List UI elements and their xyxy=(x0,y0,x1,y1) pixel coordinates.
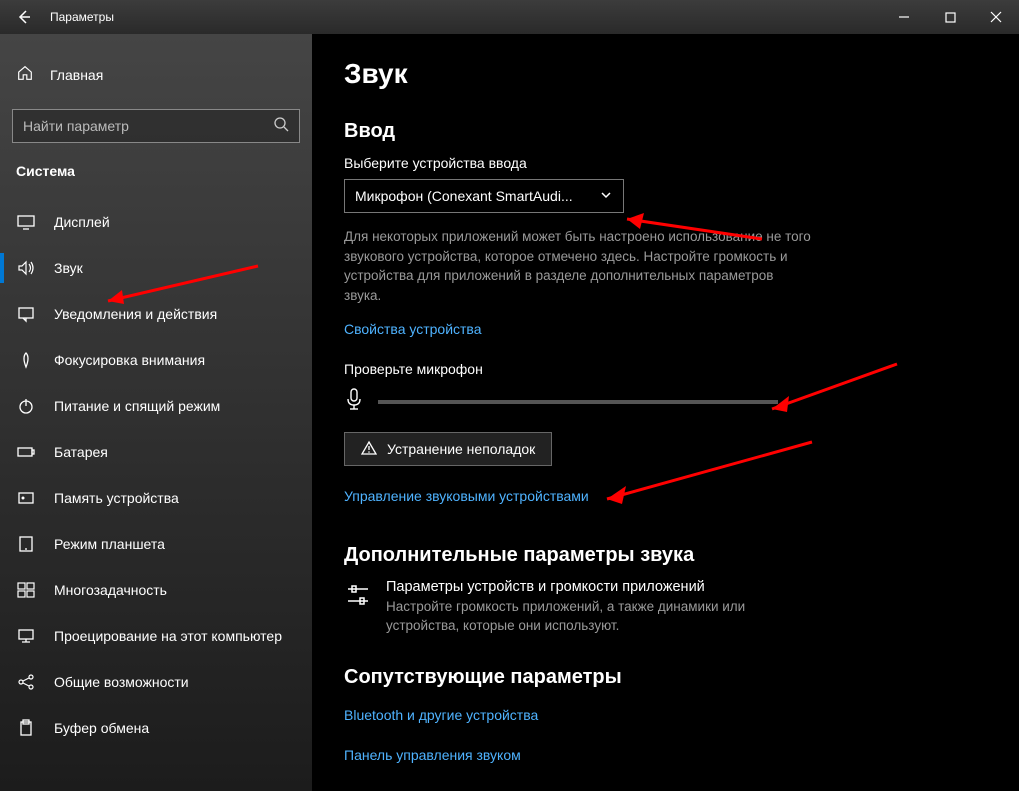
input-device-value: Микрофон (Conexant SmartAudi... xyxy=(355,188,573,204)
chevron-down-icon xyxy=(599,188,613,205)
input-heading: Ввод xyxy=(344,120,987,143)
sidebar-item-label: Общие возможности xyxy=(54,674,189,690)
sidebar-nav: Дисплей Звук Уведомления и действия Фоку… xyxy=(0,199,312,751)
titlebar: Параметры xyxy=(0,0,1019,34)
project-icon xyxy=(16,626,36,646)
focus-icon xyxy=(16,350,36,370)
maximize-button[interactable] xyxy=(927,0,973,34)
sidebar-item-focus[interactable]: Фокусировка внимания xyxy=(0,337,312,383)
sidebar-item-label: Звук xyxy=(54,260,83,276)
warning-icon xyxy=(361,440,377,459)
device-properties-link[interactable]: Свойства устройства xyxy=(344,321,482,337)
sidebar-item-project[interactable]: Проецирование на этот компьютер xyxy=(0,613,312,659)
sidebar-item-shared[interactable]: Общие возможности xyxy=(0,659,312,705)
sidebar-item-label: Питание и спящий режим xyxy=(54,398,220,414)
power-icon xyxy=(16,396,36,416)
input-device-select[interactable]: Микрофон (Conexant SmartAudi... xyxy=(344,179,624,213)
sidebar-item-label: Буфер обмена xyxy=(54,720,149,736)
sidebar-category: Система xyxy=(0,143,312,189)
back-button[interactable] xyxy=(0,0,48,34)
related-sound-panel-link[interactable]: Панель управления звуком xyxy=(344,747,521,763)
tablet-icon xyxy=(16,534,36,554)
advanced-heading: Дополнительные параметры звука xyxy=(344,544,987,567)
home-icon xyxy=(16,64,34,85)
troubleshoot-label: Устранение неполадок xyxy=(387,441,535,457)
related-heading: Сопутствующие параметры xyxy=(344,666,987,689)
shared-icon xyxy=(16,672,36,692)
close-button[interactable] xyxy=(973,0,1019,34)
sidebar-item-label: Память устройства xyxy=(54,490,179,506)
sliders-icon xyxy=(344,581,372,609)
content-area: Звук Ввод Выберите устройства ввода Микр… xyxy=(312,34,1019,791)
sidebar-item-battery[interactable]: Батарея xyxy=(0,429,312,475)
sidebar-item-notifications[interactable]: Уведомления и действия xyxy=(0,291,312,337)
search-icon xyxy=(273,116,289,137)
search-box[interactable] xyxy=(12,109,300,143)
sidebar-item-label: Многозадачность xyxy=(54,582,167,598)
troubleshoot-button[interactable]: Устранение неполадок xyxy=(344,432,552,466)
app-volume-item[interactable]: Параметры устройств и громкости приложен… xyxy=(344,579,814,636)
sidebar-item-label: Проецирование на этот компьютер xyxy=(54,628,282,644)
minimize-button[interactable] xyxy=(881,0,927,34)
app-volume-title: Параметры устройств и громкости приложен… xyxy=(386,579,814,595)
close-icon xyxy=(990,11,1002,23)
sidebar-item-power[interactable]: Питание и спящий режим xyxy=(0,383,312,429)
mic-level-bar xyxy=(378,400,778,404)
multitask-icon xyxy=(16,580,36,600)
sidebar-home[interactable]: Главная xyxy=(0,54,312,95)
storage-icon xyxy=(16,488,36,508)
maximize-icon xyxy=(945,12,956,23)
arrow-left-icon xyxy=(16,9,32,25)
sound-icon xyxy=(16,258,36,278)
choose-input-label: Выберите устройства ввода xyxy=(344,155,987,171)
sidebar-item-label: Режим планшета xyxy=(54,536,165,552)
sidebar-item-label: Фокусировка внимания xyxy=(54,352,205,368)
related-bluetooth-link[interactable]: Bluetooth и другие устройства xyxy=(344,707,538,723)
sidebar-item-clipboard[interactable]: Буфер обмена xyxy=(0,705,312,751)
sidebar: Главная Система Дисплей Звук Уведомления… xyxy=(0,34,312,791)
test-mic-label: Проверьте микрофон xyxy=(344,361,987,377)
battery-icon xyxy=(16,442,36,462)
sidebar-item-multitask[interactable]: Многозадачность xyxy=(0,567,312,613)
input-helptext: Для некоторых приложений может быть наст… xyxy=(344,227,814,305)
search-input[interactable] xyxy=(23,118,273,134)
sidebar-item-label: Дисплей xyxy=(54,214,110,230)
minimize-icon xyxy=(898,11,910,23)
window-title: Параметры xyxy=(48,10,881,24)
sidebar-item-sound[interactable]: Звук xyxy=(0,245,312,291)
display-icon xyxy=(16,212,36,232)
notifications-icon xyxy=(16,304,36,324)
page-title: Звук xyxy=(344,58,987,90)
microphone-icon xyxy=(344,387,364,416)
clipboard-icon xyxy=(16,718,36,738)
app-volume-desc: Настройте громкость приложений, а также … xyxy=(386,598,814,636)
sidebar-item-display[interactable]: Дисплей xyxy=(0,199,312,245)
sidebar-home-label: Главная xyxy=(50,67,103,83)
manage-devices-link[interactable]: Управление звуковыми устройствами xyxy=(344,488,589,504)
sidebar-item-label: Уведомления и действия xyxy=(54,306,217,322)
sidebar-item-storage[interactable]: Память устройства xyxy=(0,475,312,521)
sidebar-item-tablet[interactable]: Режим планшета xyxy=(0,521,312,567)
mic-test-row xyxy=(344,387,987,416)
sidebar-item-label: Батарея xyxy=(54,444,108,460)
